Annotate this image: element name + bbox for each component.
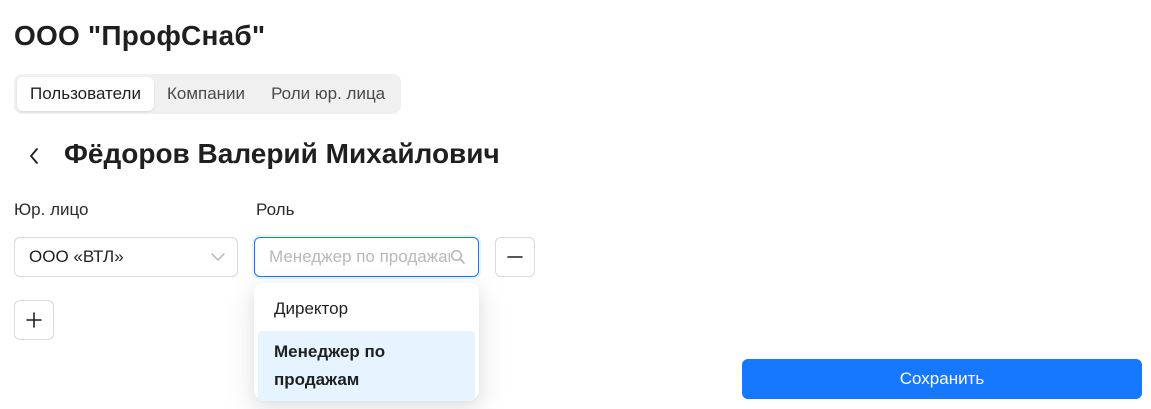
role-dropdown: Директор Менеджер по продажам xyxy=(254,283,479,401)
role-search-input[interactable] xyxy=(269,247,450,267)
role-label: Роль xyxy=(256,200,295,219)
tab-users[interactable]: Пользователи xyxy=(17,77,154,111)
legal-entity-label: Юр. лицо xyxy=(14,200,89,219)
legal-entity-value: ООО «ВТЛ» xyxy=(29,247,124,266)
tab-companies[interactable]: Компании xyxy=(154,77,258,111)
save-button[interactable]: Сохранить xyxy=(742,359,1142,399)
role-option-director[interactable]: Директор xyxy=(258,287,475,331)
minus-icon xyxy=(507,256,523,258)
add-role-button[interactable] xyxy=(14,300,54,340)
role-option-sales-manager[interactable]: Менеджер по продажам xyxy=(258,331,475,401)
chevron-left-icon xyxy=(30,148,38,164)
user-full-name: Фёдоров Валерий Михайлович xyxy=(64,138,500,169)
tab-bar: Пользователи Компании Роли юр. лица xyxy=(14,74,402,114)
legal-entity-select[interactable]: ООО «ВТЛ» xyxy=(14,237,238,277)
user-role-page: ООО "ПрофСнаб" Пользователи Компании Рол… xyxy=(0,0,1151,409)
tab-legal-entity-roles[interactable]: Роли юр. лица xyxy=(258,77,398,111)
search-icon xyxy=(450,249,465,264)
plus-icon xyxy=(26,312,42,328)
role-search-field[interactable] xyxy=(254,237,479,277)
back-button[interactable] xyxy=(22,140,46,172)
chevron-down-icon xyxy=(211,253,225,261)
remove-role-button[interactable] xyxy=(495,237,535,277)
company-title: ООО "ПрофСнаб" xyxy=(14,20,266,51)
